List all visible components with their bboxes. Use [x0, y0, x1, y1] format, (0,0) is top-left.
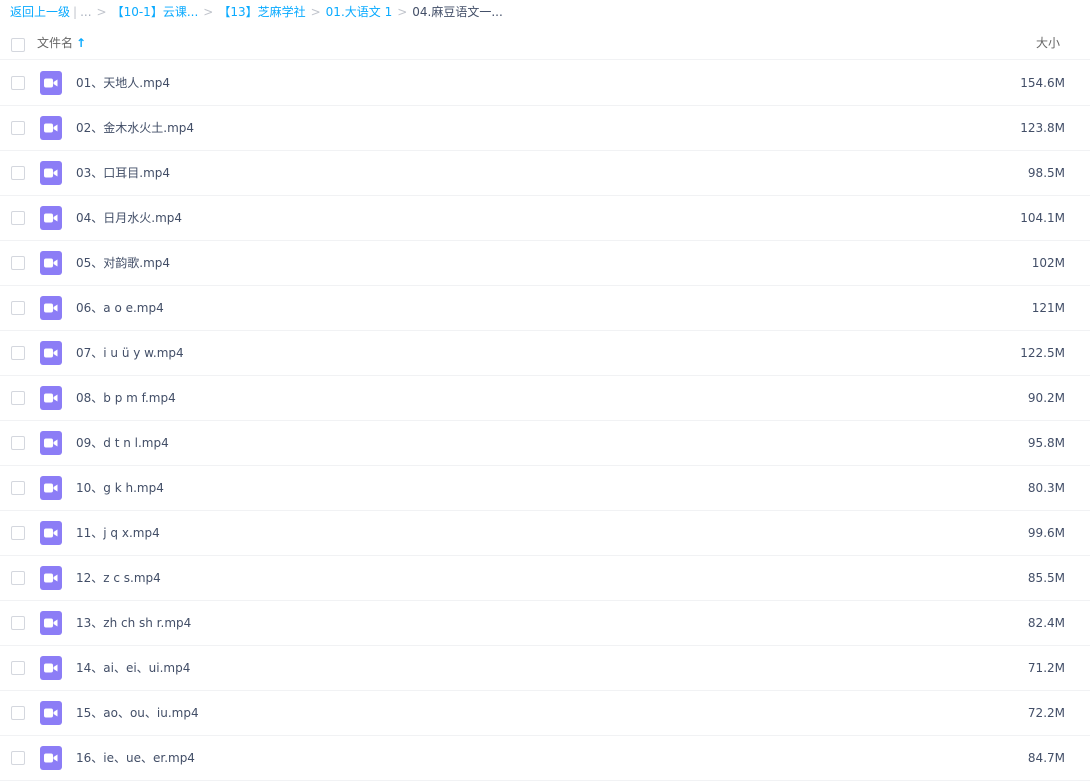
video-icon — [40, 521, 62, 545]
file-size: 98.5M — [1027, 166, 1065, 180]
chevron-right-icon: > — [310, 5, 321, 19]
breadcrumb: 返回上一级 |... > 【10-1】云课... > 【13】芝麻学社 >01.大语文 1 >… — [10, 0, 503, 24]
video-icon — [40, 476, 62, 500]
file-size: 84.7M — [1027, 751, 1065, 765]
file-checkbox[interactable] — [11, 661, 25, 675]
file-checkbox[interactable] — [11, 166, 25, 180]
file-size: 71.2M — [1027, 661, 1065, 675]
file-row[interactable]: 08、b p m f.mp4 90.2M — [0, 376, 1090, 421]
file-row[interactable]: 07、i u ü y w.mp4 122.5M — [0, 331, 1090, 376]
chevron-right-icon: > — [203, 5, 214, 19]
file-checkbox[interactable] — [11, 121, 25, 135]
file-checkbox[interactable] — [11, 751, 25, 765]
file-name[interactable]: 11、j q x.mp4 — [76, 524, 160, 542]
file-name[interactable]: 03、口耳目.mp4 — [76, 164, 170, 182]
chevron-right-icon: > — [397, 5, 408, 19]
file-list-header: 文件名 ↑ 大小 — [0, 26, 1090, 60]
file-name[interactable]: 12、z c s.mp4 — [76, 569, 161, 587]
file-name[interactable]: 04、日月水火.mp4 — [76, 209, 182, 227]
file-checkbox[interactable] — [11, 301, 25, 315]
file-size: 154.6M — [1020, 76, 1065, 90]
file-row[interactable]: 06、a o e.mp4 121M — [0, 286, 1090, 331]
file-size: 102M — [1031, 256, 1065, 270]
video-icon — [40, 161, 62, 185]
name-column-label: 文件名 — [37, 36, 74, 50]
file-size: 123.8M — [1020, 121, 1065, 135]
file-row[interactable]: 05、对韵歌.mp4 102M — [0, 241, 1090, 286]
file-row[interactable]: 01、天地人.mp4 154.6M — [0, 61, 1090, 106]
breadcrumb-ellipsis[interactable]: ... — [80, 5, 91, 19]
file-row[interactable]: 10、g k h.mp4 80.3M — [0, 466, 1090, 511]
file-size: 104.1M — [1020, 211, 1065, 225]
file-name[interactable]: 14、ai、ei、ui.mp4 — [76, 659, 190, 677]
file-row[interactable]: 13、zh ch sh r.mp4 82.4M — [0, 601, 1090, 646]
file-size: 99.6M — [1027, 526, 1065, 540]
file-row[interactable]: 15、ao、ou、iu.mp4 72.2M — [0, 691, 1090, 736]
file-name[interactable]: 06、a o e.mp4 — [76, 299, 164, 317]
sort-ascending-icon: ↑ — [76, 36, 87, 50]
breadcrumb-item[interactable]: 【13】芝麻学社 — [218, 5, 305, 19]
file-checkbox[interactable] — [11, 211, 25, 225]
video-icon — [40, 656, 62, 680]
file-size: 122.5M — [1020, 346, 1065, 360]
file-size: 85.5M — [1027, 571, 1065, 585]
video-icon — [40, 701, 62, 725]
file-row[interactable]: 16、ie、ue、er.mp4 84.7M — [0, 736, 1090, 781]
file-name[interactable]: 08、b p m f.mp4 — [76, 389, 176, 407]
video-icon — [40, 206, 62, 230]
file-name[interactable]: 02、金木水火土.mp4 — [76, 119, 194, 137]
file-size: 121M — [1031, 301, 1065, 315]
breadcrumb-current: 04.麻豆语文一... — [412, 5, 503, 19]
file-list: 01、天地人.mp4 154.6M 02、金木水火土.mp4 123.8M 03、口耳目… — [0, 61, 1090, 781]
video-icon — [40, 251, 62, 275]
breadcrumb-item[interactable]: 01.大语文 1 — [326, 5, 393, 19]
video-icon — [40, 611, 62, 635]
file-row[interactable]: 14、ai、ei、ui.mp4 71.2M — [0, 646, 1090, 691]
file-checkbox[interactable] — [11, 706, 25, 720]
file-size: 90.2M — [1027, 391, 1065, 405]
chevron-right-icon: > — [96, 5, 107, 19]
breadcrumb-divider: | — [73, 5, 78, 19]
file-checkbox[interactable] — [11, 391, 25, 405]
file-row[interactable]: 03、口耳目.mp4 98.5M — [0, 151, 1090, 196]
file-name[interactable]: 09、d t n l.mp4 — [76, 434, 169, 452]
file-size: 72.2M — [1027, 706, 1065, 720]
file-size: 82.4M — [1027, 616, 1065, 630]
file-checkbox[interactable] — [11, 256, 25, 270]
file-name[interactable]: 05、对韵歌.mp4 — [76, 254, 170, 272]
file-row[interactable]: 02、金木水火土.mp4 123.8M — [0, 106, 1090, 151]
file-row[interactable]: 04、日月水火.mp4 104.1M — [0, 196, 1090, 241]
video-icon — [40, 746, 62, 770]
file-checkbox[interactable] — [11, 526, 25, 540]
file-checkbox[interactable] — [11, 481, 25, 495]
video-icon — [40, 296, 62, 320]
file-name[interactable]: 16、ie、ue、er.mp4 — [76, 749, 195, 767]
breadcrumb-item[interactable]: 【10-1】云课... — [112, 5, 199, 19]
file-row[interactable]: 11、j q x.mp4 99.6M — [0, 511, 1090, 556]
file-name[interactable]: 07、i u ü y w.mp4 — [76, 344, 184, 362]
video-icon — [40, 566, 62, 590]
sort-by-name-header[interactable]: 文件名 ↑ — [37, 34, 86, 52]
file-name[interactable]: 01、天地人.mp4 — [76, 74, 170, 92]
file-name[interactable]: 10、g k h.mp4 — [76, 479, 164, 497]
file-name[interactable]: 13、zh ch sh r.mp4 — [76, 614, 191, 632]
file-row[interactable]: 09、d t n l.mp4 95.8M — [0, 421, 1090, 466]
video-icon — [40, 71, 62, 95]
file-checkbox[interactable] — [11, 616, 25, 630]
select-all-checkbox[interactable] — [11, 38, 25, 52]
file-checkbox[interactable] — [11, 76, 25, 90]
file-row[interactable]: 12、z c s.mp4 85.5M — [0, 556, 1090, 601]
file-checkbox[interactable] — [11, 346, 25, 360]
file-checkbox[interactable] — [11, 436, 25, 450]
file-name[interactable]: 15、ao、ou、iu.mp4 — [76, 704, 199, 722]
video-icon — [40, 116, 62, 140]
file-size: 80.3M — [1027, 481, 1065, 495]
video-icon — [40, 431, 62, 455]
file-size: 95.8M — [1027, 436, 1065, 450]
back-link[interactable]: 返回上一级 — [10, 5, 70, 19]
size-column-label[interactable]: 大小 — [1036, 34, 1060, 52]
video-icon — [40, 386, 62, 410]
file-checkbox[interactable] — [11, 571, 25, 585]
video-icon — [40, 341, 62, 365]
